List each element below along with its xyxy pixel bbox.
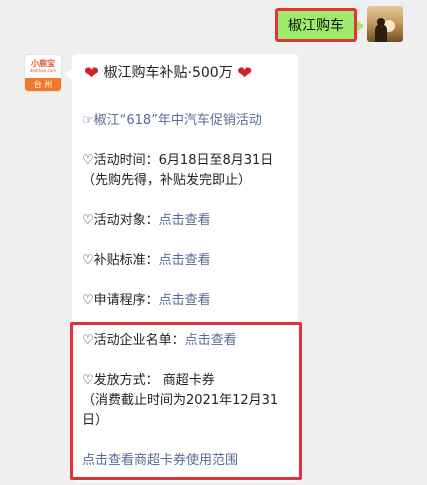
standard-row: ♡补贴标准：点击查看 <box>82 252 211 270</box>
issue-note-line-2: 日） <box>82 413 109 428</box>
process-link[interactable]: 点击查看 <box>159 293 211 308</box>
companies-row: ♡活动企业名单：点击查看 <box>82 332 237 350</box>
activity-time-note: （先购先得，补贴发完即止） <box>82 173 252 188</box>
companies-link[interactable]: 点击查看 <box>185 333 237 348</box>
companies-label: ♡活动企业名单： <box>82 333 185 348</box>
target-link[interactable]: 点击查看 <box>159 213 211 228</box>
scope-link[interactable]: 点击查看商超卡券使用范围 <box>82 452 238 470</box>
avatar-person-body <box>375 24 387 42</box>
issue-note-line-1: （消费截止时间为2021年12月31 <box>82 393 279 408</box>
heart-icon: ❤ <box>237 63 253 84</box>
incoming-message-bubble: ❤ 椒江购车补贴·500万 ❤ ☞椒江“618”年中汽车促销活动 ♡活动时间：6… <box>65 54 298 482</box>
bot-avatar[interactable]: 小鹿宝 deerbao.com 台 州 <box>25 55 61 91</box>
target-label: ♡活动对象： <box>82 213 159 228</box>
standard-link[interactable]: 点击查看 <box>159 253 211 268</box>
activity-link[interactable]: ☞椒江“618”年中汽车促销活动 <box>82 112 262 130</box>
process-label: ♡申请程序： <box>82 293 159 308</box>
outgoing-message-text: 椒江购车 <box>288 18 344 34</box>
message-title-text: 椒江购车补贴·500万 <box>103 65 233 81</box>
heart-icon: ❤ <box>84 63 100 84</box>
bot-logo-domain: deerbao.com <box>29 68 57 73</box>
bot-logo-title: 小鹿宝 <box>31 59 55 68</box>
outgoing-message-bubble[interactable]: 椒江购车 <box>275 8 364 42</box>
activity-time-label: ♡活动时间：6月18日至8月31日 <box>82 153 274 168</box>
user-avatar[interactable] <box>367 6 403 42</box>
standard-label: ♡补贴标准： <box>82 253 159 268</box>
process-row: ♡申请程序：点击查看 <box>82 292 211 310</box>
message-title: ❤ 椒江购车补贴·500万 ❤ <box>84 64 252 83</box>
issue-method: ♡发放方式： 商超卡券 <box>82 373 215 388</box>
target-row: ♡活动对象：点击查看 <box>82 212 211 230</box>
bot-logo-city: 台 州 <box>25 78 61 91</box>
